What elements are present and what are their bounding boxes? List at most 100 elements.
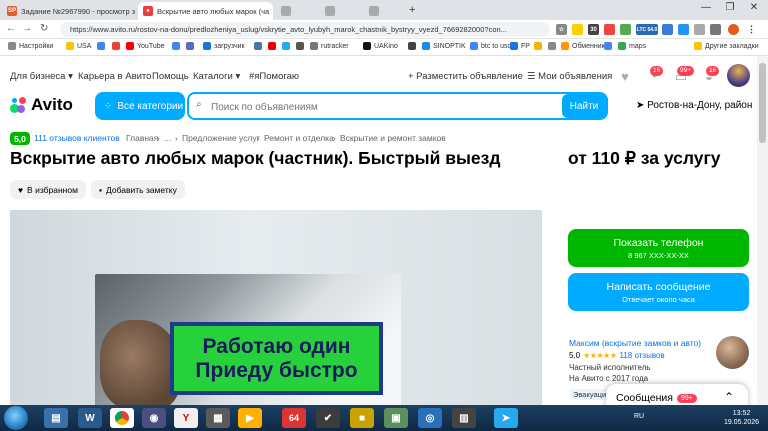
bookmark-star-icon[interactable]: ☆ bbox=[556, 24, 567, 35]
bookmark-icon-only[interactable] bbox=[268, 42, 279, 50]
bookmark-item[interactable]: btc to usd bbox=[470, 42, 511, 50]
seller-reviews-link[interactable]: 118 отзывов bbox=[619, 351, 664, 360]
bookmark-icon-only[interactable] bbox=[186, 42, 197, 50]
bookmark-icon-only[interactable] bbox=[172, 42, 183, 50]
bookmark-item[interactable]: YouTube bbox=[126, 42, 165, 50]
bookmark-icon-only[interactable] bbox=[534, 42, 545, 50]
folder-icon bbox=[694, 42, 702, 50]
bookmark-item[interactable]: Другие закладки bbox=[694, 42, 759, 50]
app-icon[interactable]: W bbox=[78, 408, 102, 428]
app-icon[interactable]: ▦ bbox=[206, 408, 230, 428]
scrollbar-thumb[interactable] bbox=[759, 63, 766, 143]
new-tab-button[interactable]: + bbox=[409, 4, 415, 16]
bookmark-icon-only[interactable] bbox=[408, 42, 419, 50]
write-message-button[interactable]: Написать сообщение Отвечает около часа bbox=[568, 273, 749, 311]
app-icon[interactable]: ▣ bbox=[384, 408, 408, 428]
heart-icon[interactable]: ♥ bbox=[617, 70, 633, 84]
breadcrumb-locks[interactable]: Вскрытие и ремонт замков bbox=[340, 133, 446, 143]
nav-ya-pomogayu[interactable]: #яПомогаю bbox=[249, 71, 299, 82]
breadcrumb-sep: › bbox=[257, 133, 260, 143]
bookmark-item[interactable]: rutracker bbox=[310, 42, 349, 50]
breadcrumb-services[interactable]: Предложение услуг bbox=[182, 133, 260, 143]
tab-task[interactable]: SP Задание №2967990 - просмотр з ✕ bbox=[2, 2, 135, 20]
profile-icon[interactable] bbox=[728, 24, 739, 35]
download-icon bbox=[203, 42, 211, 50]
menu-icon[interactable]: ⋮ bbox=[746, 24, 757, 35]
user-avatar[interactable] bbox=[727, 64, 750, 87]
my-ads-link[interactable]: ☰ Мои объявления bbox=[527, 71, 612, 82]
chevron-up-icon[interactable]: ⌃ bbox=[724, 390, 734, 404]
app-icon[interactable]: ■ bbox=[350, 408, 374, 428]
bookmark-icon-only[interactable] bbox=[112, 42, 123, 50]
maximize-icon[interactable]: ❐ bbox=[718, 2, 742, 13]
bookmark-item[interactable]: FP bbox=[510, 42, 530, 50]
seller-avatar[interactable] bbox=[716, 336, 749, 369]
app-64-icon[interactable]: 64 bbox=[282, 408, 306, 428]
show-phone-button[interactable]: Показать телефон 8 967 XXX-XX-XX bbox=[568, 229, 749, 267]
bookmark-icon-only[interactable] bbox=[604, 42, 615, 50]
tab-3[interactable] bbox=[276, 2, 318, 20]
nav-catalogs[interactable]: Каталоги ▾ bbox=[193, 71, 240, 82]
bookmark-item[interactable]: Обменник bbox=[561, 42, 605, 50]
extensions-icon[interactable] bbox=[710, 24, 721, 35]
bookmark-item[interactable]: загрузчик bbox=[203, 42, 245, 50]
url-field[interactable]: https://www.avito.ru/rostov-na-donu/pred… bbox=[60, 22, 550, 37]
app-icon[interactable]: ▶ bbox=[238, 408, 262, 428]
back-icon[interactable]: ← bbox=[6, 23, 16, 34]
system-clock[interactable]: 13:52 19.05.2026 bbox=[724, 409, 759, 427]
bookmark-icon-only[interactable] bbox=[548, 42, 559, 50]
bookmark-icon-only[interactable] bbox=[97, 42, 108, 50]
bookmark-item[interactable]: UAKino bbox=[363, 42, 398, 50]
breadcrumb-repair[interactable]: Ремонт и отделка bbox=[264, 133, 334, 143]
search-button[interactable]: Найти bbox=[562, 94, 606, 118]
location-selector[interactable]: ➤ Ростов-на-Дону, район bbox=[636, 100, 752, 111]
ext-icon[interactable] bbox=[678, 24, 689, 35]
app-icon[interactable]: ◎ bbox=[418, 408, 442, 428]
listing-photo[interactable]: Работаю один Приеду быстро bbox=[10, 210, 542, 405]
app-icon[interactable]: ✔ bbox=[316, 408, 340, 428]
yandex-browser-icon[interactable]: Y bbox=[174, 408, 198, 428]
close-icon[interactable]: ✕ bbox=[269, 7, 273, 16]
forward-icon[interactable]: → bbox=[22, 23, 32, 34]
ext-icon[interactable] bbox=[662, 24, 673, 35]
search-input[interactable] bbox=[211, 99, 541, 115]
post-ad-link[interactable]: + Разместить объявление bbox=[408, 71, 523, 82]
all-categories-button[interactable]: ⁘ Все категории bbox=[95, 92, 185, 120]
bookmark-icon-only[interactable] bbox=[282, 42, 293, 50]
bookmark-icon-only[interactable] bbox=[254, 42, 265, 50]
nav-help[interactable]: Помощь bbox=[152, 71, 189, 82]
explorer-icon[interactable]: ▤ bbox=[44, 408, 68, 428]
app-icon[interactable]: ▥ bbox=[452, 408, 476, 428]
ext-icon[interactable] bbox=[572, 24, 583, 35]
ltc-widget[interactable]: LTC 54.0 bbox=[636, 24, 658, 35]
breadcrumb-more[interactable]: ... bbox=[164, 133, 171, 143]
breadcrumb-home[interactable]: Главная bbox=[126, 133, 158, 143]
ext-icon[interactable]: 30 bbox=[588, 24, 599, 35]
bookmark-item[interactable]: maps bbox=[618, 42, 646, 50]
bookmark-item[interactable]: SINOPTIK bbox=[422, 42, 466, 50]
bookmark-item[interactable]: USA bbox=[66, 42, 91, 50]
start-button[interactable] bbox=[4, 406, 28, 430]
nav-career[interactable]: Карьера в Авито bbox=[78, 71, 151, 82]
ext-icon[interactable] bbox=[604, 24, 615, 35]
app-icon[interactable]: ◉ bbox=[142, 408, 166, 428]
add-note-button[interactable]: ▪ Добавить заметку bbox=[91, 180, 185, 199]
language-indicator[interactable]: RU bbox=[634, 413, 644, 420]
reviews-link[interactable]: 111 отзывов клиентов bbox=[34, 133, 120, 143]
seller-name[interactable]: Максим (вскрытие замков и авто) bbox=[569, 338, 701, 348]
avito-logo[interactable]: Avito bbox=[10, 95, 73, 115]
favorite-button[interactable]: ♥ В избранном bbox=[10, 180, 86, 199]
ext-icon[interactable] bbox=[694, 24, 705, 35]
tab-avito[interactable]: ● Вскрытие авто любых марок (ча ✕ bbox=[138, 2, 273, 20]
telegram-icon[interactable]: ➤ bbox=[494, 408, 518, 428]
close-window-icon[interactable]: ✕ bbox=[742, 2, 766, 13]
bookmark-item[interactable]: Настройки bbox=[8, 42, 53, 50]
minimize-icon[interactable]: — bbox=[694, 2, 718, 13]
tab-5[interactable] bbox=[364, 2, 406, 20]
ext-icon[interactable] bbox=[620, 24, 631, 35]
nav-business[interactable]: Для бизнеса ▾ bbox=[10, 71, 73, 82]
tab-4[interactable] bbox=[320, 2, 362, 20]
chrome-icon[interactable] bbox=[110, 408, 134, 428]
bookmark-icon-only[interactable] bbox=[296, 42, 307, 50]
reload-icon[interactable]: ↻ bbox=[40, 23, 48, 34]
